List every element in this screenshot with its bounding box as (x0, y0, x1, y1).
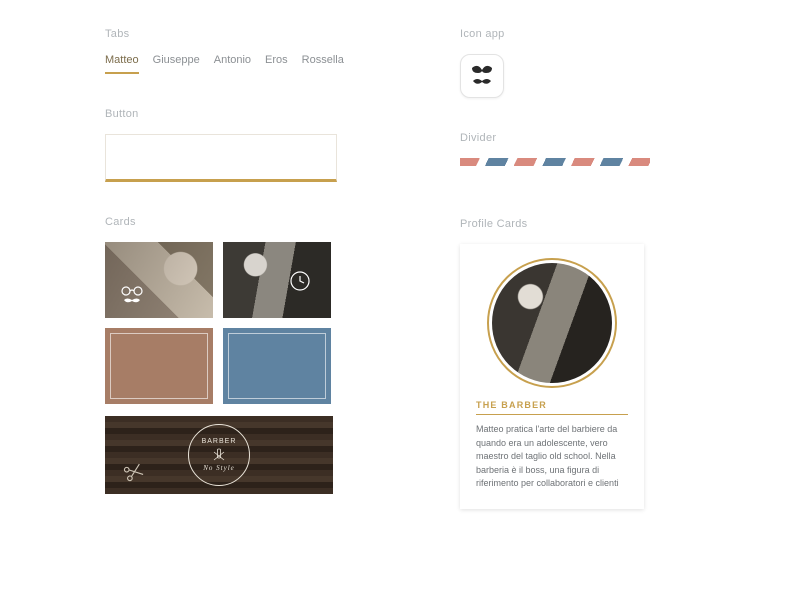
section-label-icon-app: Icon app (460, 28, 670, 40)
badge-center-icon (212, 448, 226, 462)
glasses-mustache-icon (119, 286, 145, 306)
app-icon[interactable] (460, 54, 504, 98)
profile-card[interactable]: THE BARBER Matteo pratica l'arte del bar… (460, 244, 644, 509)
profile-body: Matteo pratica l'arte del barbiere da qu… (476, 423, 628, 491)
tab-eros[interactable]: Eros (265, 54, 288, 74)
card-border (110, 333, 208, 399)
section-label-cards: Cards (105, 216, 337, 228)
avatar-ring (487, 258, 617, 388)
card-solid-blue[interactable] (223, 328, 331, 404)
tabs-row: Matteo Giuseppe Antonio Eros Rossella (105, 54, 337, 74)
section-label-tabs: Tabs (105, 28, 337, 40)
card-image-mustache[interactable] (105, 242, 213, 318)
card-image-clock[interactable] (223, 242, 331, 318)
airmail-divider (460, 158, 650, 166)
section-label-button: Button (105, 108, 337, 120)
badge-bottom-text: No Style (203, 464, 235, 472)
card-border (228, 333, 326, 399)
tab-giuseppe[interactable]: Giuseppe (153, 54, 200, 74)
primary-button[interactable] (105, 134, 337, 182)
clock-icon (289, 270, 311, 292)
profile-title: THE BARBER (476, 400, 628, 415)
section-label-divider: Divider (460, 132, 670, 144)
badge-top-text: BARBER (202, 438, 237, 445)
card-solid-brown[interactable] (105, 328, 213, 404)
app-mustache-icon (468, 64, 496, 88)
avatar-image (492, 263, 612, 383)
cards-grid: BARBER No Style (105, 242, 337, 494)
card-wood-badge[interactable]: BARBER No Style (105, 416, 333, 494)
barber-badge: BARBER No Style (188, 424, 250, 486)
tab-antonio[interactable]: Antonio (214, 54, 251, 74)
scissors-icon (119, 458, 148, 489)
section-label-profile-cards: Profile Cards (460, 218, 670, 230)
tab-rossella[interactable]: Rossella (302, 54, 344, 74)
tab-matteo[interactable]: Matteo (105, 54, 139, 74)
